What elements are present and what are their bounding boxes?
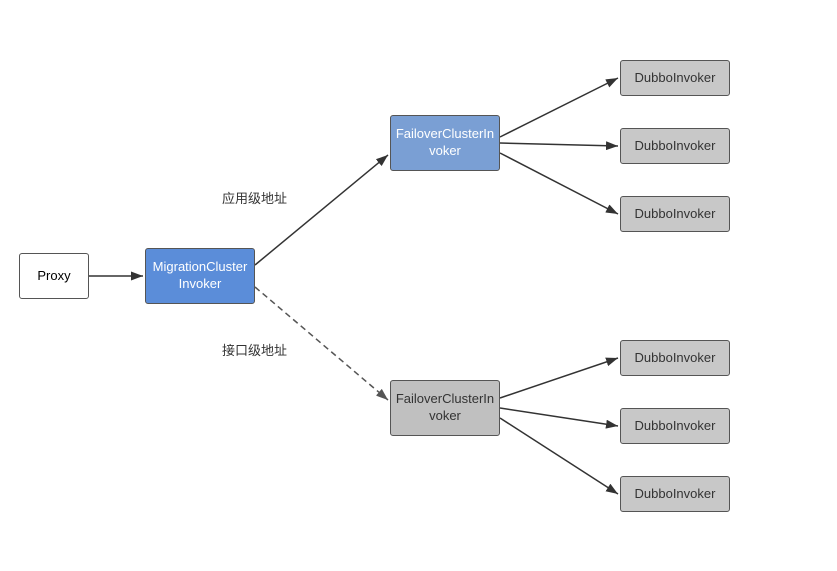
dubbo-b1-label: DubboInvoker bbox=[635, 350, 716, 367]
dubbo-invoker-bottom-1: DubboInvoker bbox=[620, 340, 730, 376]
dubbo-invoker-bottom-3: DubboInvoker bbox=[620, 476, 730, 512]
dubbo-b2-label: DubboInvoker bbox=[635, 418, 716, 435]
dubbo-t3-label: DubboInvoker bbox=[635, 206, 716, 223]
interface-level-label: 接口级地址 bbox=[222, 340, 287, 359]
dubbo-t1-label: DubboInvoker bbox=[635, 70, 716, 87]
failover-cluster-invoker-bottom-node: FailoverClusterInvoker bbox=[390, 380, 500, 436]
dubbo-invoker-top-2: DubboInvoker bbox=[620, 128, 730, 164]
dubbo-invoker-top-3: DubboInvoker bbox=[620, 196, 730, 232]
failover-cluster-invoker-top-node: FailoverClusterInvoker bbox=[390, 115, 500, 171]
proxy-label: Proxy bbox=[37, 268, 70, 285]
app-level-label: 应用级地址 bbox=[222, 188, 287, 207]
dubbo-t2-label: DubboInvoker bbox=[635, 138, 716, 155]
diagram: Proxy MigrationClusterInvoker 应用级地址 接口级地… bbox=[0, 0, 837, 571]
dubbo-b3-label: DubboInvoker bbox=[635, 486, 716, 503]
migration-cluster-invoker-node: MigrationClusterInvoker bbox=[145, 248, 255, 304]
migration-label: MigrationClusterInvoker bbox=[153, 259, 248, 293]
proxy-node: Proxy bbox=[19, 253, 89, 299]
failover-top-label: FailoverClusterInvoker bbox=[396, 126, 494, 160]
dubbo-invoker-top-1: DubboInvoker bbox=[620, 60, 730, 96]
dubbo-invoker-bottom-2: DubboInvoker bbox=[620, 408, 730, 444]
failover-bottom-label: FailoverClusterInvoker bbox=[396, 391, 494, 425]
